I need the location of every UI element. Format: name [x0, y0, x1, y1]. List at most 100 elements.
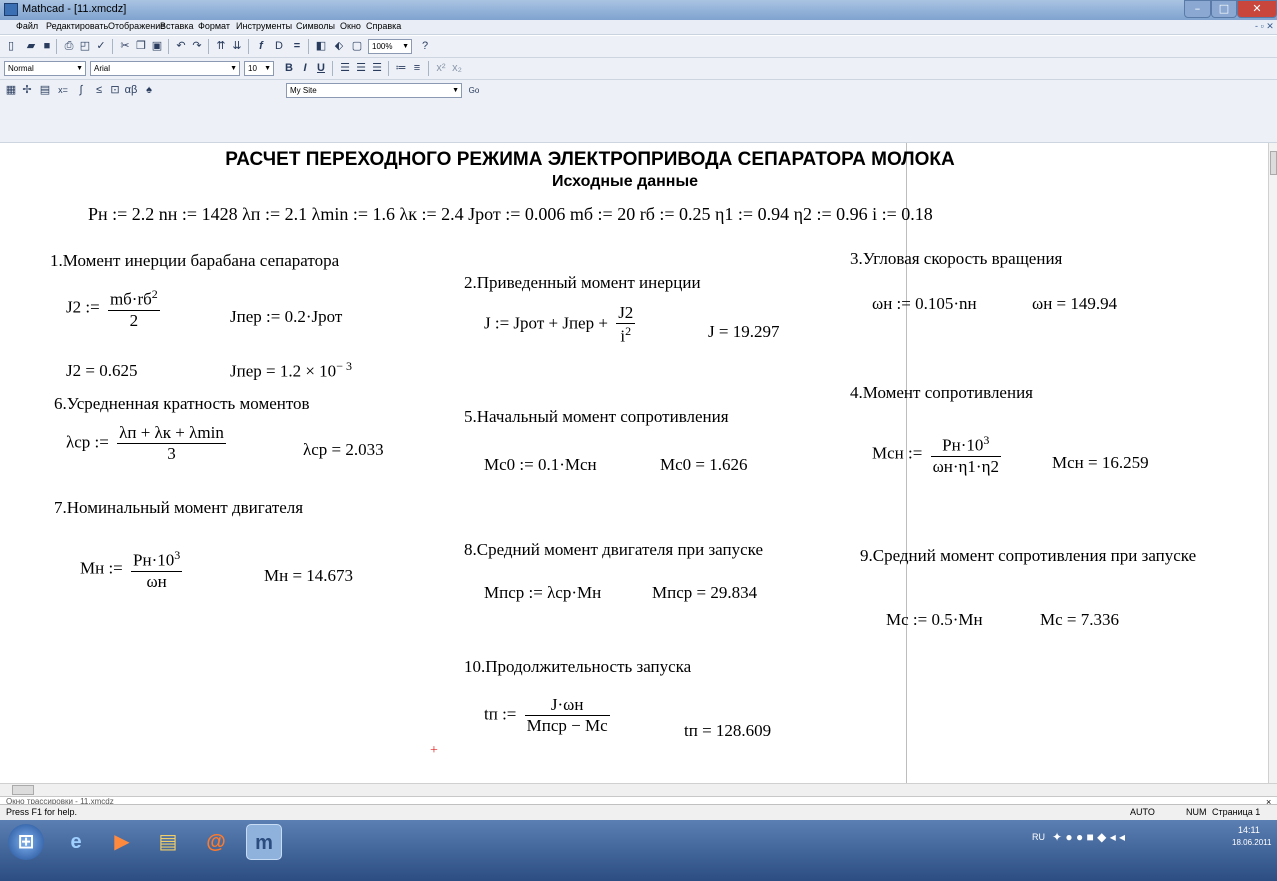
menu-edit[interactable]: Редактировать [46, 21, 108, 31]
subscript-icon[interactable]: x₂ [450, 62, 464, 75]
bold-icon[interactable]: B [282, 62, 296, 75]
status-num: NUM [1186, 807, 1207, 817]
font-size-select[interactable]: 10 ▼ [244, 61, 274, 76]
input-data-line[interactable]: Pн := 2.2 nн := 1428 λп := 2.1 λmin := 1… [88, 204, 933, 225]
zoom-select[interactable]: 100% ▼ [368, 39, 412, 54]
jper-result[interactable]: Jпер = 1.2 × 10− 3 [230, 359, 352, 382]
open-icon[interactable]: ▰ [24, 40, 38, 53]
undo-icon[interactable]: ↶ [174, 40, 188, 53]
start-button[interactable]: ⊞ [8, 824, 44, 860]
insert-function-icon[interactable]: f [254, 40, 268, 53]
close-button[interactable]: ✕ [1237, 0, 1277, 18]
menu-help[interactable]: Справка [366, 21, 401, 31]
menu-format[interactable]: Формат [198, 21, 230, 31]
align-across-icon[interactable]: ⇈ [214, 40, 228, 53]
section-5-heading: 5.Начальный момент сопротивления [464, 407, 729, 426]
mn-definition[interactable]: Mн := Pн·103 ωн [80, 548, 186, 592]
section-10-heading: 10.Продолжительность запуска [464, 657, 692, 676]
new-icon[interactable]: ▯ [4, 40, 18, 53]
site-select[interactable]: My Site ▼ [286, 83, 462, 98]
menu-symbols[interactable]: Символы [296, 21, 335, 31]
j-result[interactable]: J = 19.297 [708, 322, 779, 342]
lcp-definition[interactable]: λcр := λп + λк + λmin 3 [66, 423, 230, 464]
mpcp-result[interactable]: Mпcр = 29.834 [652, 583, 757, 603]
math-toolbar: ▦ ✢ ▤ x= ∫ ≤ ⊡ αβ ♠ My Site ▼ Go [0, 80, 1277, 143]
tp-definition[interactable]: tп := J·ωн Mпcр − Mc [484, 695, 614, 736]
explorer-icon[interactable]: ▤ [150, 824, 186, 860]
numbering-icon[interactable]: ≡ [410, 62, 424, 75]
align-down-icon[interactable]: ⇊ [230, 40, 244, 53]
mcn-definition[interactable]: Mcн := Pн·103 ωн·η1·η2 [872, 433, 1005, 477]
menu-tools[interactable]: Инструменты [236, 21, 292, 31]
maximize-button[interactable]: □ [1211, 0, 1237, 18]
align-left-icon[interactable]: ☰ [338, 62, 352, 75]
superscript-icon[interactable]: x² [434, 62, 448, 75]
mc0-definition[interactable]: Mc0 := 0.1·Mcн [484, 455, 597, 475]
ie-icon[interactable]: e [58, 824, 94, 860]
mn-result[interactable]: Mн = 14.673 [264, 566, 353, 586]
j-definition[interactable]: J := Jрот + Jпер + J2 i2 [484, 303, 639, 347]
worksheet[interactable]: РАСЧЕТ ПЕРЕХОДНОГО РЕЖИМА ЭЛЕКТРОПРИВОДА… [0, 143, 1268, 783]
mc-result[interactable]: Mc = 7.336 [1040, 610, 1119, 630]
menu-view[interactable]: Отображение [108, 21, 165, 31]
menu-window[interactable]: Окно [340, 21, 361, 31]
symbolic-icon[interactable]: ♠ [142, 84, 156, 97]
vertical-scroll-thumb[interactable] [1270, 151, 1277, 175]
menu-file[interactable]: Файл [16, 21, 38, 31]
mc-definition[interactable]: Mc := 0.5·Mн [886, 610, 983, 630]
italic-icon[interactable]: I [298, 62, 312, 75]
wn-definition[interactable]: ωн := 0.105·nн [872, 294, 977, 314]
copy-icon[interactable]: ❐ [134, 40, 148, 53]
menu-insert[interactable]: Вставка [160, 21, 193, 31]
j2-result[interactable]: J2 = 0.625 [66, 361, 137, 381]
underline-icon[interactable]: U [314, 62, 328, 75]
paste-icon[interactable]: ▣ [150, 40, 164, 53]
help-icon[interactable]: ? [418, 40, 432, 53]
bullets-icon[interactable]: ≔ [394, 62, 408, 75]
save-icon[interactable]: ■ [40, 40, 54, 53]
tray-icons[interactable]: ✦ ● ● ■ ◆ ◂ ◂ [1052, 830, 1125, 844]
style-select[interactable]: Normal ▼ [4, 61, 86, 76]
j2-definition[interactable]: J2 := mб·rб2 2 [66, 287, 164, 331]
go-button[interactable]: Go [464, 84, 484, 97]
matrix-icon[interactable]: ▤ [38, 84, 52, 97]
calculator-icon[interactable]: ▦ [4, 84, 18, 97]
cut-icon[interactable]: ✂ [118, 40, 132, 53]
redo-icon[interactable]: ↷ [190, 40, 204, 53]
wn-result[interactable]: ωн = 149.94 [1032, 294, 1117, 314]
greek-icon[interactable]: αβ [124, 84, 138, 97]
calculate-icon[interactable]: = [290, 40, 304, 53]
align-right-icon[interactable]: ☰ [370, 62, 384, 75]
preview-icon[interactable]: ◰ [78, 40, 92, 53]
mathcad-task-icon[interactable]: m [246, 824, 282, 860]
programming-icon[interactable]: ⊡ [108, 84, 122, 97]
spellcheck-icon[interactable]: ✓ [94, 40, 108, 53]
horizontal-scrollbar[interactable] [0, 783, 1277, 796]
resource-icon[interactable]: ◧ [314, 40, 328, 53]
component-icon[interactable]: ⬖ [332, 40, 346, 53]
lcp-result[interactable]: λcр = 2.033 [303, 440, 384, 460]
tp-result[interactable]: tп = 128.609 [684, 721, 771, 741]
mail-icon[interactable]: @ [198, 824, 234, 860]
minimize-button[interactable]: – [1184, 0, 1211, 18]
doc-subtitle: Исходные данные [551, 173, 699, 190]
media-player-icon[interactable]: ▶ [104, 824, 140, 860]
font-select[interactable]: Arial ▼ [90, 61, 240, 76]
horizontal-scroll-thumb[interactable] [12, 785, 34, 795]
doc-window-controls[interactable]: - ▫ ✕ [1255, 21, 1274, 32]
align-center-icon[interactable]: ☰ [354, 62, 368, 75]
calculus-icon[interactable]: ∫ [74, 84, 88, 97]
boolean-icon[interactable]: ≤ [92, 84, 106, 97]
status-page: Страница 1 [1212, 807, 1261, 817]
mc0-result[interactable]: Mc0 = 1.626 [660, 455, 748, 475]
region-icon[interactable]: ▢ [350, 40, 364, 53]
graph-icon[interactable]: ✢ [20, 84, 34, 97]
language-indicator[interactable]: RU [1032, 832, 1045, 842]
evaluation-icon[interactable]: x= [56, 84, 70, 97]
print-icon[interactable]: ⎙ [62, 40, 76, 53]
jper-definition[interactable]: Jпер := 0.2·Jрот [230, 307, 342, 327]
mcn-result[interactable]: Mcн = 16.259 [1052, 453, 1149, 473]
vertical-scrollbar[interactable] [1268, 143, 1277, 783]
insert-unit-icon[interactable]: D [272, 40, 286, 53]
mpcp-definition[interactable]: Mпcр := λcр·Mн [484, 583, 601, 603]
